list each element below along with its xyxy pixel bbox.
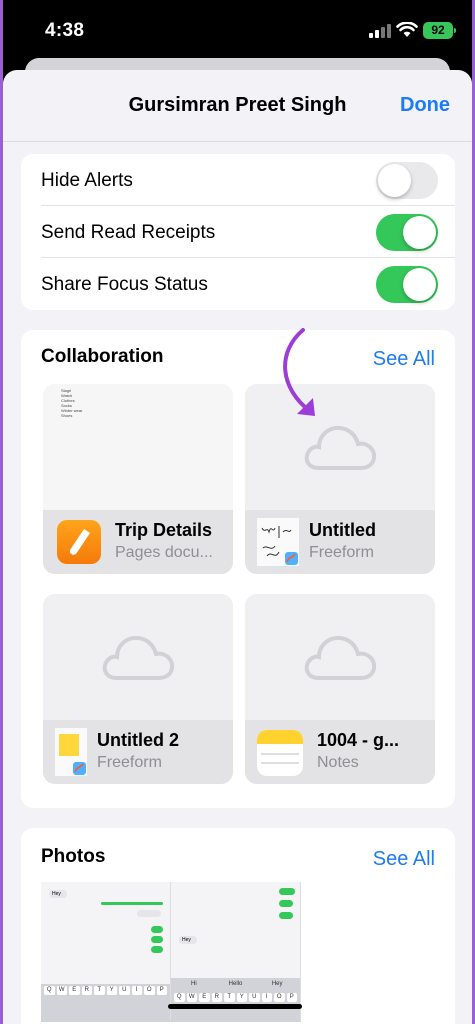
message-bubble xyxy=(101,902,163,905)
annotation-arrow-icon xyxy=(283,328,315,416)
item-subtitle: Pages docu... xyxy=(115,544,213,561)
setting-label: Share Focus Status xyxy=(41,274,208,295)
cloud-placeholder xyxy=(43,594,233,720)
item-name: Untitled xyxy=(309,520,376,540)
read-receipts-toggle[interactable] xyxy=(376,214,438,251)
message-bubble xyxy=(151,936,163,943)
key: R xyxy=(211,993,222,1002)
suggestion: Hey xyxy=(271,981,283,987)
key: O xyxy=(144,986,155,995)
item-name: Untitled 2 xyxy=(97,730,180,750)
section-title: Collaboration xyxy=(41,346,164,367)
setting-row-share-focus: Share Focus Status xyxy=(21,258,455,310)
phone-screen: 4:38 92 Gursimran Preet Singh Done Hide … xyxy=(3,0,472,1024)
item-subtitle: Notes xyxy=(317,754,359,771)
keyboard-preview: Hi Hello Hey Q W E R T Y U I O P xyxy=(171,978,300,1022)
key: O xyxy=(274,993,285,1002)
preview-text: Slagri Watch Clothes Socks Winter wear S… xyxy=(61,388,82,418)
keyboard-preview: Q W E R T Y U I O P xyxy=(41,984,170,1022)
key: T xyxy=(224,993,235,1002)
key: Q xyxy=(174,993,185,1002)
settings-group: Hide Alerts Send Read Receipts Share Foc… xyxy=(21,154,455,310)
document-preview: Slagri Watch Clothes Socks Winter wear S… xyxy=(43,384,233,510)
message-bubble: Hey xyxy=(49,890,67,898)
key: P xyxy=(156,986,167,995)
message-bubble xyxy=(151,946,163,953)
share-focus-toggle[interactable] xyxy=(376,266,438,303)
collaboration-section: Collaboration See All Slagri Watch Cloth… xyxy=(21,330,455,808)
suggestion: Hello xyxy=(228,981,243,987)
collab-item-trip-details[interactable]: Slagri Watch Clothes Socks Winter wear S… xyxy=(43,384,233,574)
key: W xyxy=(56,986,67,995)
cellular-signal-icon xyxy=(369,24,391,38)
key: R xyxy=(81,986,92,995)
collab-item-untitled-2[interactable]: Untitled 2 Freeform xyxy=(43,594,233,784)
key: Y xyxy=(236,993,247,1002)
key: T xyxy=(94,986,105,995)
freeform-thumbnail-icon xyxy=(257,518,299,566)
key: I xyxy=(261,993,272,1002)
freeform-thumbnail-icon xyxy=(55,728,87,776)
wifi-icon xyxy=(396,22,418,37)
key: W xyxy=(186,993,197,1002)
item-subtitle: Freeform xyxy=(97,754,162,771)
key: U xyxy=(119,986,130,995)
message-bubble xyxy=(279,912,293,919)
cloud-icon xyxy=(102,635,175,680)
setting-row-hide-alerts: Hide Alerts xyxy=(21,154,455,206)
section-title: Photos xyxy=(41,846,106,867)
collaboration-see-all-link[interactable]: See All xyxy=(373,348,435,371)
contact-details-sheet: Gursimran Preet Singh Done Hide Alerts S… xyxy=(3,70,472,1024)
collab-item-notes[interactable]: 1004 - g... Notes xyxy=(245,594,435,784)
photos-see-all-link[interactable]: See All xyxy=(373,848,435,871)
key: P xyxy=(286,993,297,1002)
nav-bar: Gursimran Preet Singh Done xyxy=(3,70,472,142)
photo-thumbnail-2[interactable]: Hey Hi Hello Hey Q W E R T Y U I O P xyxy=(171,882,301,1022)
item-info-bar: 1004 - g... Notes xyxy=(245,720,435,784)
key: U xyxy=(249,993,260,1002)
key: I xyxy=(131,986,142,995)
message-bubble xyxy=(137,910,161,917)
preview-line: Shoes xyxy=(61,413,73,418)
key: E xyxy=(69,986,80,995)
hide-alerts-toggle[interactable] xyxy=(376,162,438,199)
notes-app-icon xyxy=(257,730,303,776)
home-indicator[interactable] xyxy=(168,1004,302,1009)
photo-thumbnail-1[interactable]: Hey Q W E R T Y U I O P xyxy=(41,882,171,1022)
item-info-bar: Trip Details Pages docu... xyxy=(43,510,233,574)
item-subtitle: Freeform xyxy=(309,544,374,561)
item-info-bar: Untitled 2 Freeform xyxy=(43,720,233,784)
key: E xyxy=(199,993,210,1002)
cloud-icon xyxy=(304,635,377,680)
setting-label: Send Read Receipts xyxy=(41,222,216,243)
setting-row-read-receipts: Send Read Receipts xyxy=(21,206,455,258)
key: Q xyxy=(44,986,55,995)
battery-icon: 92 xyxy=(423,22,456,39)
suggestion: Hi xyxy=(191,981,197,987)
message-bubble xyxy=(279,900,293,907)
cloud-placeholder xyxy=(245,594,435,720)
message-bubble xyxy=(279,888,295,895)
status-time: 4:38 xyxy=(45,20,85,41)
cloud-icon xyxy=(304,425,377,470)
done-button[interactable]: Done xyxy=(400,94,450,117)
item-info-bar: Untitled Freeform xyxy=(245,510,435,574)
pages-app-icon xyxy=(57,520,101,564)
item-name: Trip Details xyxy=(115,520,213,540)
status-bar: 4:38 92 xyxy=(3,0,472,58)
setting-label: Hide Alerts xyxy=(41,170,133,191)
item-name: 1004 - g... xyxy=(317,730,400,750)
key: Y xyxy=(106,986,117,995)
message-bubble: Hey xyxy=(179,936,197,944)
message-bubble xyxy=(151,926,163,933)
